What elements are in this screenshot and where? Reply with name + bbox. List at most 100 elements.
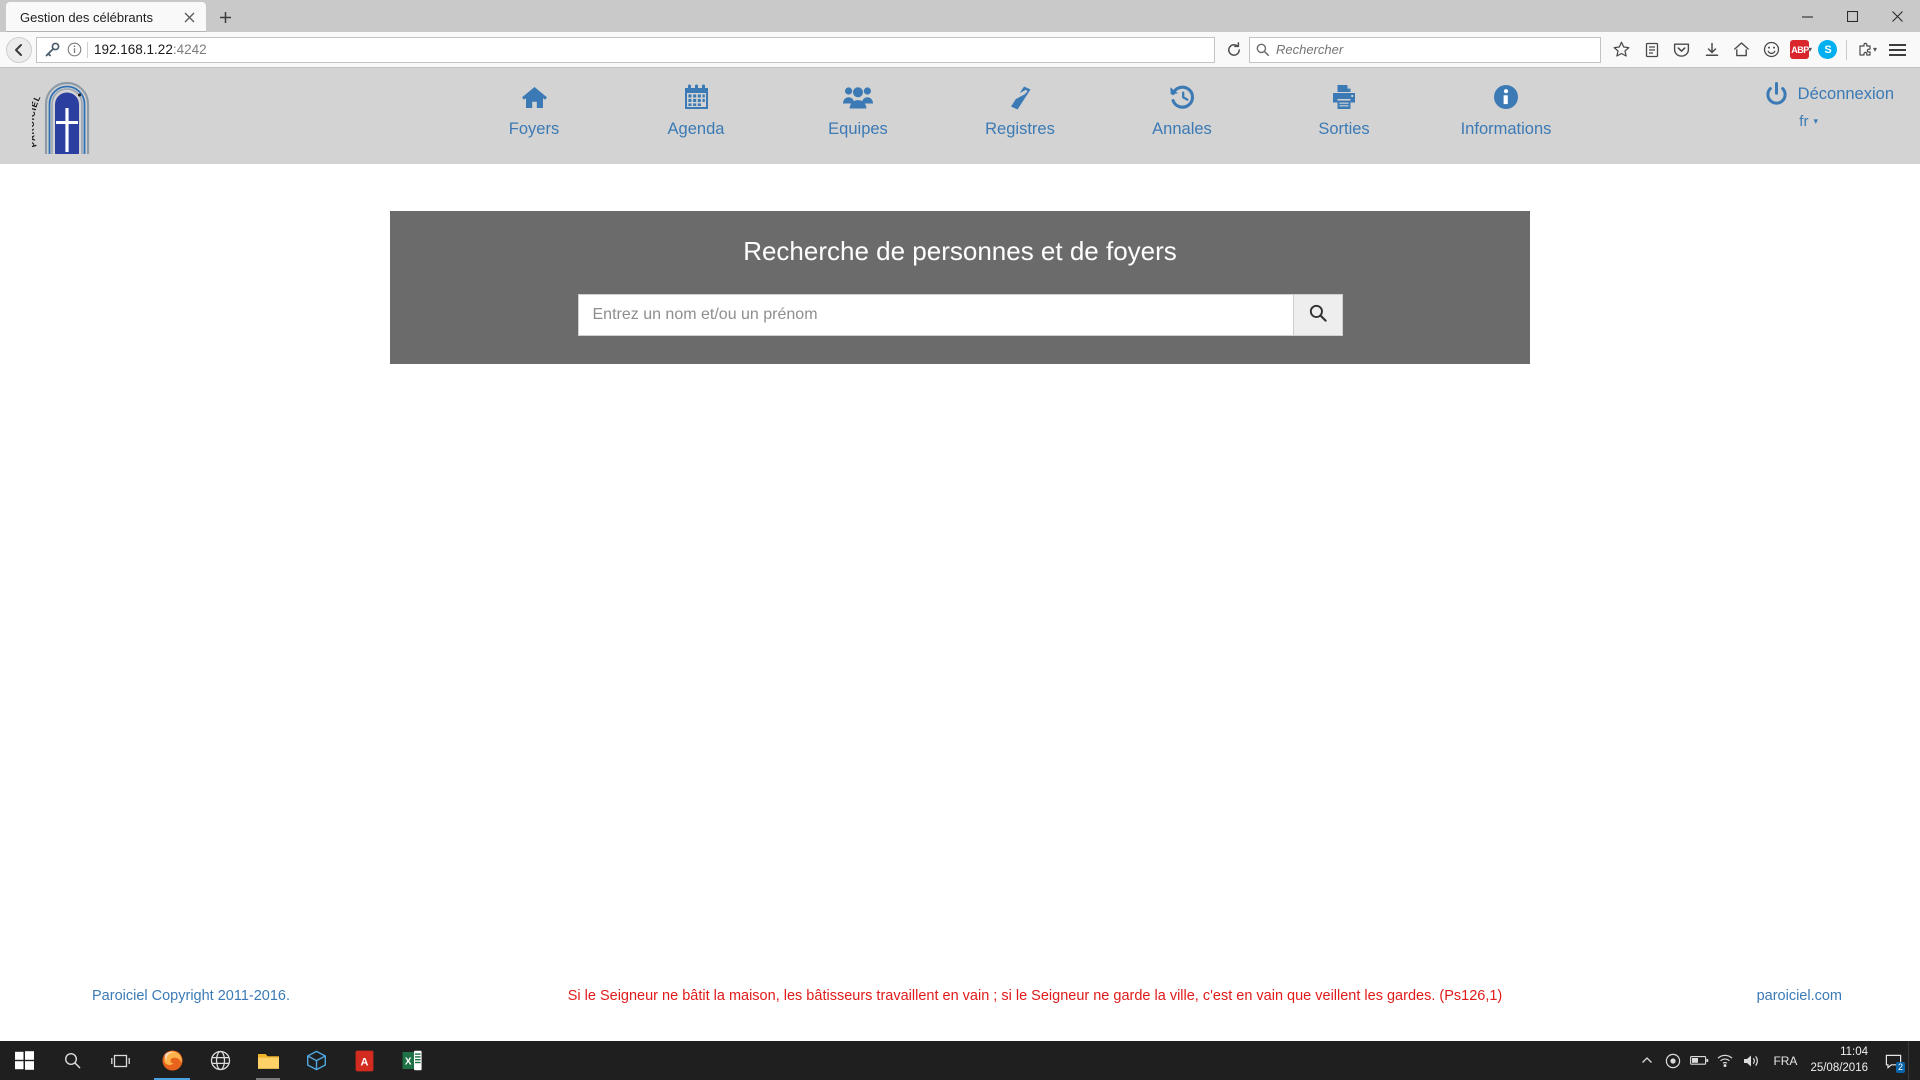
reader-list-icon[interactable] bbox=[1637, 36, 1667, 64]
nav-item-informations[interactable]: Informations bbox=[1425, 82, 1587, 138]
search-panel: Recherche de personnes et de foyers bbox=[390, 211, 1530, 364]
svg-text:PAROICIEL: PAROICIEL bbox=[32, 93, 43, 148]
search-input-group bbox=[577, 293, 1343, 336]
calendar-icon bbox=[684, 82, 709, 112]
3d-builder-icon[interactable] bbox=[292, 1041, 340, 1080]
language-selector[interactable]: fr ▾ bbox=[1799, 113, 1894, 130]
nav-label: Foyers bbox=[508, 120, 560, 138]
svg-text:A: A bbox=[360, 1056, 368, 1068]
paroiciel-arch-logo[interactable]: PAROICIEL bbox=[0, 68, 120, 164]
adobe-reader-icon[interactable]: A bbox=[340, 1041, 388, 1080]
home-icon[interactable] bbox=[1727, 36, 1757, 64]
back-arrow-icon[interactable] bbox=[6, 36, 32, 63]
app-navbar: PAROICIEL Foyers bbox=[0, 68, 1920, 164]
search-icon[interactable] bbox=[48, 1041, 96, 1080]
menu-hamburger-icon[interactable] bbox=[1880, 36, 1914, 64]
nav-label: Annales bbox=[1152, 120, 1212, 138]
browser-globe-icon[interactable] bbox=[196, 1041, 244, 1080]
search-submit-button[interactable] bbox=[1292, 293, 1343, 336]
network-icon[interactable] bbox=[1712, 1041, 1738, 1080]
task-view-icon[interactable] bbox=[96, 1041, 144, 1080]
show-desktop-button[interactable] bbox=[1908, 1041, 1916, 1080]
url-divider bbox=[87, 41, 88, 58]
browser-tab-title: Gestion des célébrants bbox=[20, 9, 153, 25]
windows-start-icon[interactable] bbox=[0, 1041, 48, 1080]
maximize-icon[interactable] bbox=[1830, 0, 1875, 32]
history-clock-icon bbox=[1169, 82, 1196, 112]
nav-item-foyers[interactable]: Foyers bbox=[453, 82, 615, 138]
toolbar-divider bbox=[1845, 39, 1847, 60]
footer-site-link[interactable]: paroiciel.com bbox=[1590, 988, 1920, 1004]
book-icon bbox=[1008, 82, 1033, 112]
info-circle-icon bbox=[1493, 82, 1519, 112]
nav-item-registres[interactable]: Registres bbox=[939, 82, 1101, 138]
chevron-down-icon: ▾ bbox=[1813, 116, 1818, 126]
firefox-icon[interactable] bbox=[148, 1041, 196, 1080]
taskbar-apps: A X bbox=[148, 1041, 436, 1080]
adblock-plus-icon[interactable]: ABP bbox=[1787, 36, 1813, 64]
window-controls bbox=[1785, 0, 1920, 32]
url-text: 192.168.1.22:4242 bbox=[94, 42, 1210, 57]
new-tab-button[interactable] bbox=[210, 3, 240, 31]
clock-date: 25/08/2016 bbox=[1810, 1061, 1868, 1074]
browser-search-input[interactable] bbox=[1275, 42, 1594, 57]
key-icon[interactable] bbox=[41, 39, 63, 61]
clock-time: 11:04 bbox=[1840, 1045, 1868, 1058]
home-icon bbox=[521, 82, 548, 112]
downloads-icon[interactable] bbox=[1697, 36, 1727, 64]
nav-item-equipes[interactable]: Equipes bbox=[777, 82, 939, 138]
extension-icon[interactable] bbox=[1852, 36, 1878, 64]
battery-icon[interactable] bbox=[1686, 1041, 1712, 1080]
magnifier-icon bbox=[1309, 304, 1327, 325]
nav-item-sorties[interactable]: Sorties bbox=[1263, 82, 1425, 138]
power-icon bbox=[1764, 82, 1789, 107]
nav-label: Equipes bbox=[828, 120, 888, 138]
url-port: :4242 bbox=[172, 42, 207, 57]
logout-label: Déconnexion bbox=[1797, 85, 1894, 103]
magnifier-icon bbox=[1256, 43, 1276, 56]
app-content: Recherche de personnes et de foyers bbox=[0, 164, 1920, 364]
minimize-icon[interactable] bbox=[1785, 0, 1830, 32]
chevron-up-icon[interactable] bbox=[1634, 1041, 1660, 1080]
file-explorer-icon[interactable] bbox=[244, 1041, 292, 1080]
search-panel-title: Recherche de personnes et de foyers bbox=[743, 236, 1177, 266]
taskbar-clock[interactable]: 11:04 25/08/2016 bbox=[1806, 1045, 1878, 1076]
keyboard-language[interactable]: FRA bbox=[1764, 1054, 1806, 1068]
action-center-icon[interactable]: 2 bbox=[1878, 1041, 1908, 1080]
nav-item-agenda[interactable]: Agenda bbox=[615, 82, 777, 138]
nav-label: Informations bbox=[1460, 120, 1552, 138]
browser-tabstrip: Gestion des célébrants bbox=[0, 0, 1920, 32]
windows-taskbar: A X FRA 11:04 25/08/2016 2 bbox=[0, 1041, 1920, 1080]
reload-icon[interactable] bbox=[1219, 37, 1249, 63]
person-search-input[interactable] bbox=[577, 293, 1293, 336]
notification-count: 2 bbox=[1895, 1062, 1905, 1073]
app-nav-items: Foyers Agenda Equipes Registres Annales … bbox=[120, 68, 1920, 138]
system-tray: FRA 11:04 25/08/2016 2 bbox=[1634, 1041, 1920, 1080]
onedrive-icon[interactable] bbox=[1660, 1041, 1686, 1080]
skype-icon[interactable]: S bbox=[1815, 36, 1841, 64]
language-label: fr bbox=[1799, 113, 1809, 130]
excel-icon[interactable]: X bbox=[388, 1041, 436, 1080]
nav-label: Agenda bbox=[667, 120, 725, 138]
browser-chrome: Gestion des célébrants 192.168.1.22:4242… bbox=[0, 0, 1920, 68]
users-group-icon bbox=[843, 82, 873, 112]
svg-text:X: X bbox=[405, 1057, 412, 1068]
app-footer: Paroiciel Copyright 2011-2016. Si le Sei… bbox=[0, 979, 1920, 1013]
close-icon[interactable] bbox=[1875, 0, 1920, 32]
bookmark-star-icon[interactable] bbox=[1607, 36, 1637, 64]
footer-copyright[interactable]: Paroiciel Copyright 2011-2016. bbox=[0, 988, 480, 1004]
close-icon[interactable] bbox=[180, 8, 198, 26]
adblock-badge-label: ABP bbox=[1790, 40, 1810, 59]
url-bar[interactable]: 192.168.1.22:4242 bbox=[36, 36, 1215, 63]
browser-tab[interactable]: Gestion des célébrants bbox=[6, 2, 206, 32]
volume-icon[interactable] bbox=[1738, 1041, 1764, 1080]
logout-button[interactable]: Déconnexion bbox=[1764, 82, 1894, 107]
nav-item-annales[interactable]: Annales bbox=[1101, 82, 1263, 138]
smiley-icon[interactable] bbox=[1757, 36, 1787, 64]
pocket-icon[interactable] bbox=[1667, 36, 1697, 64]
nav-label: Registres bbox=[985, 120, 1055, 138]
browser-navbar: 192.168.1.22:4242 Rechercher ABP ▾ S ▾ bbox=[0, 32, 1920, 68]
browser-search-bar[interactable] bbox=[1248, 36, 1601, 63]
info-circle-icon[interactable] bbox=[63, 39, 85, 61]
footer-verse: Si le Seigneur ne bâtit la maison, les b… bbox=[567, 988, 1503, 1004]
